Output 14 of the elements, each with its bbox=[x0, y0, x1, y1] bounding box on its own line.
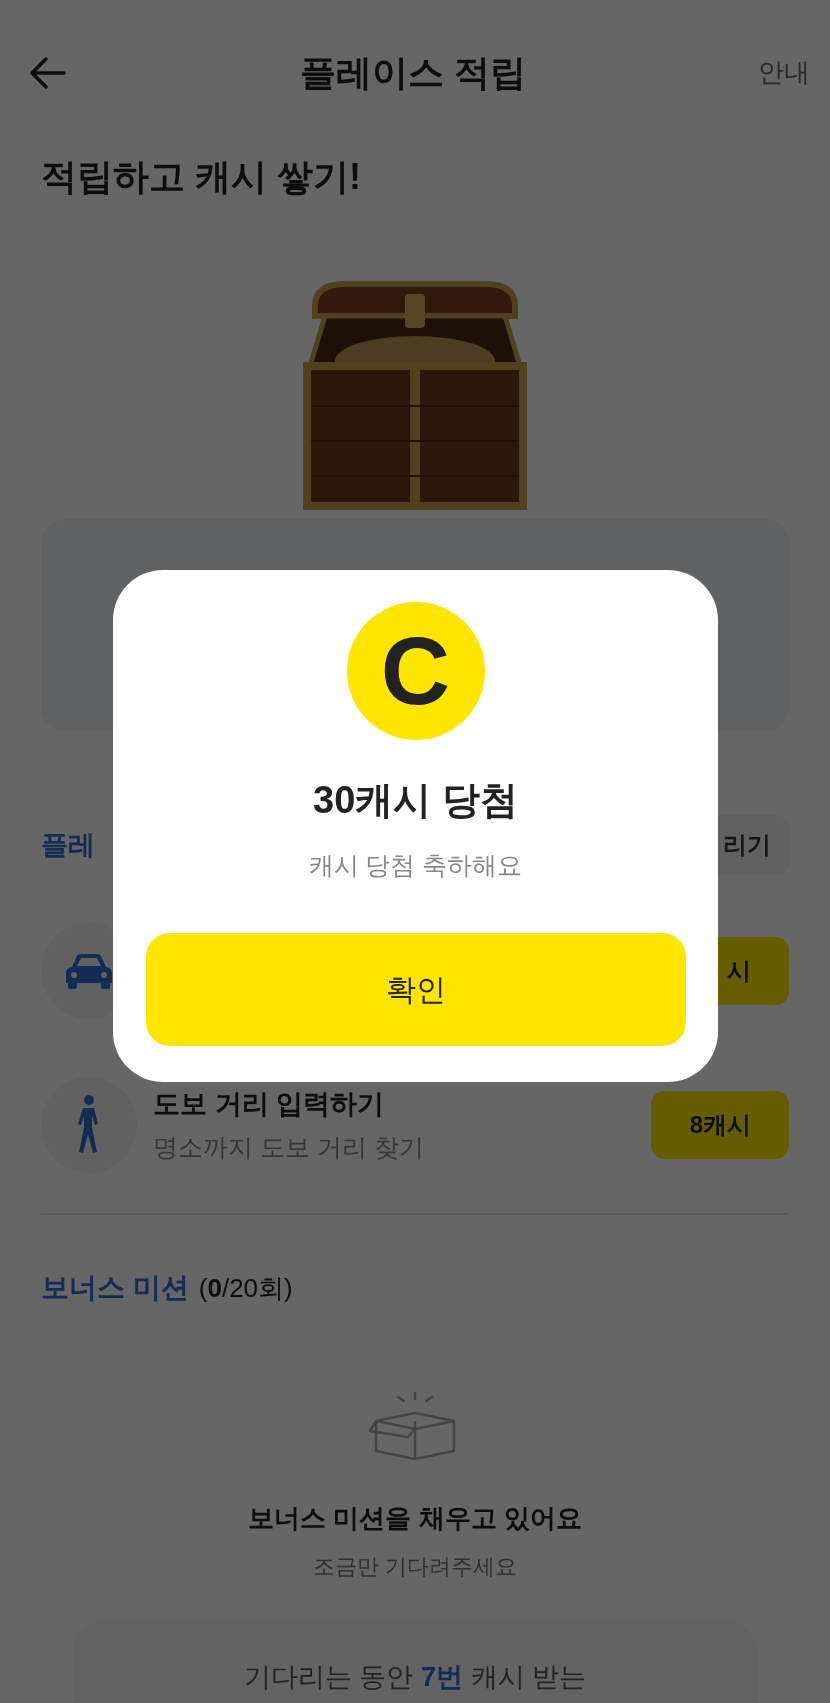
mission-title: 도보 거리 입력하기 bbox=[153, 1088, 385, 1121]
dialog-message: 캐시 당첨 축하해요 bbox=[308, 850, 523, 881]
confirm-button[interactable]: 확인 bbox=[145, 932, 686, 1046]
reward-button[interactable]: 8캐시 bbox=[651, 1091, 789, 1159]
coin-icon: C bbox=[346, 602, 485, 740]
bonus-title: 보너스 미션 bbox=[41, 1271, 189, 1305]
bonus-count: (0/20회) bbox=[198, 1271, 293, 1305]
info-link[interactable]: 안내 bbox=[758, 53, 810, 92]
page-title: 플레이스 적립 bbox=[300, 50, 526, 95]
headline: 적립하고 캐시 쌓기! bbox=[41, 155, 362, 199]
dialog-title: 30캐시 당첨 bbox=[313, 778, 518, 823]
section-title: 플레 bbox=[41, 828, 95, 862]
bonus-empty-title: 보너스 미션을 채우고 있어요 bbox=[248, 1502, 582, 1535]
back-arrow-icon[interactable] bbox=[28, 54, 68, 91]
